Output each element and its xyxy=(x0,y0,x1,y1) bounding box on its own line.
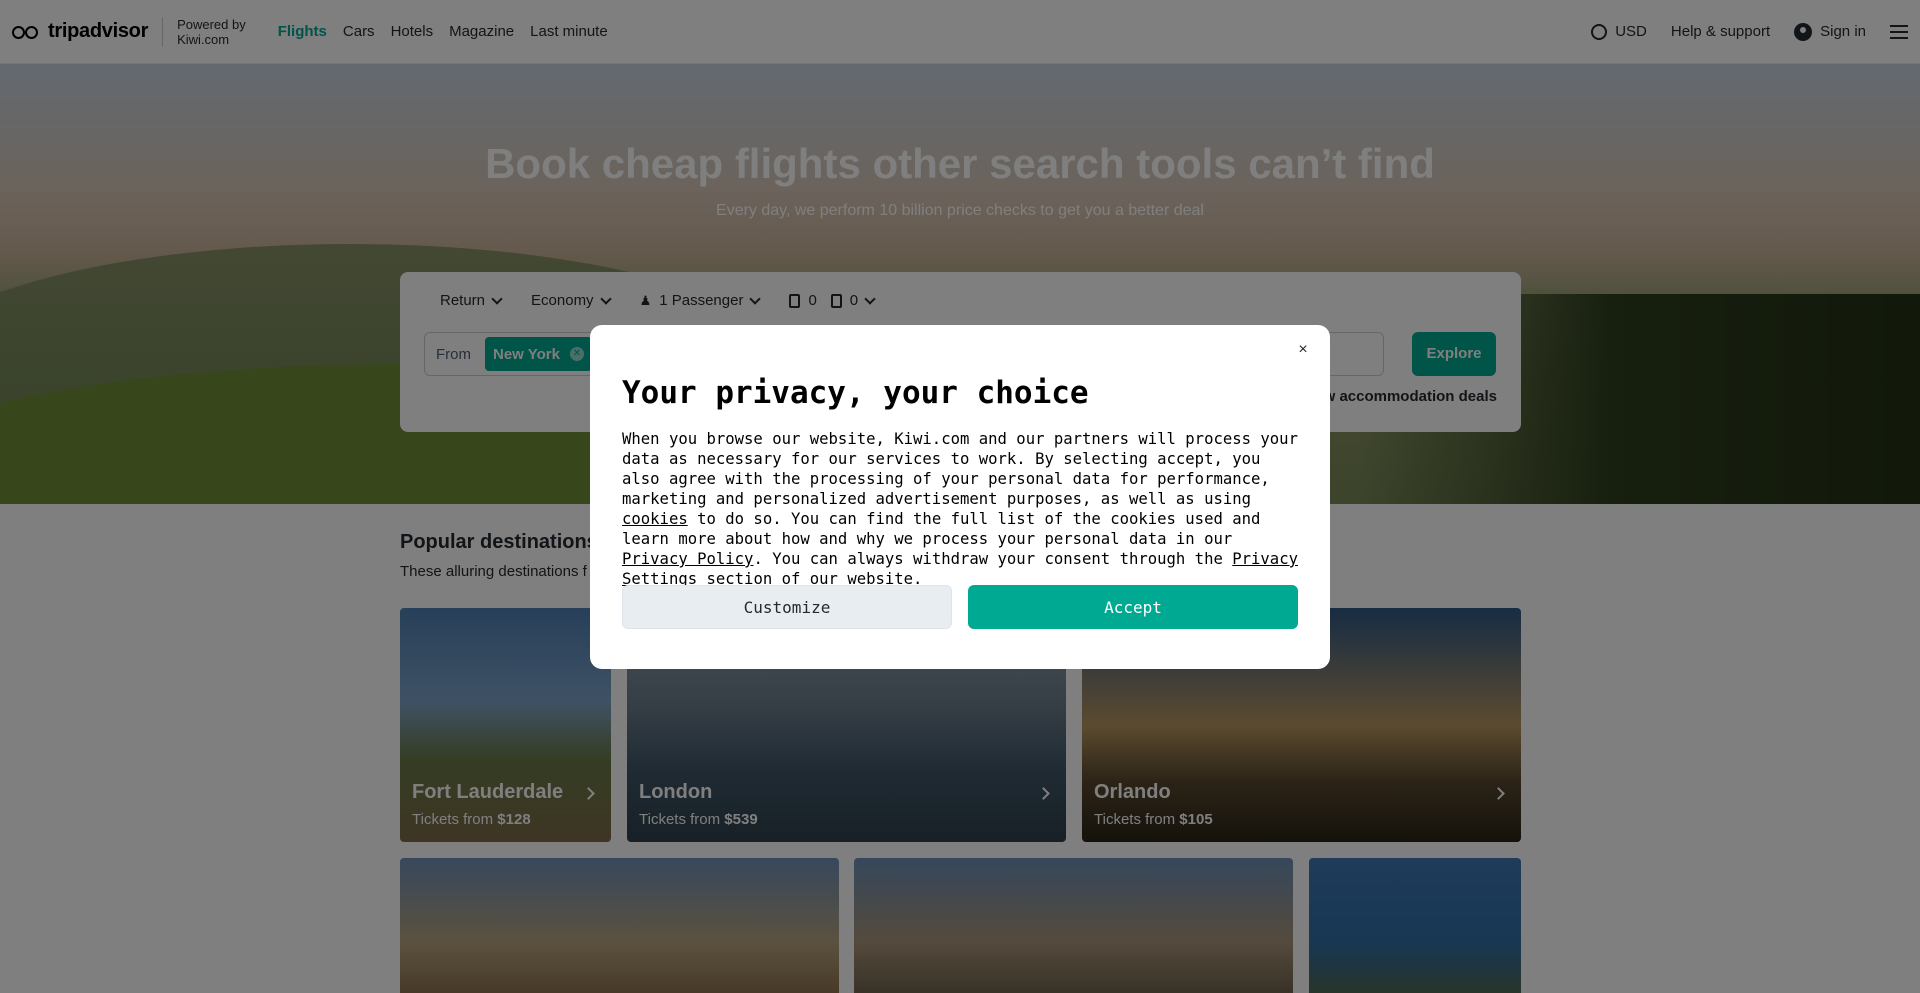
cookies-link[interactable]: cookies xyxy=(622,510,688,528)
privacy-consent-dialog: × Your privacy, your choice When you bro… xyxy=(590,325,1330,669)
accept-button[interactable]: Accept xyxy=(968,585,1298,629)
close-icon[interactable]: × xyxy=(1294,341,1312,359)
privacy-text: When you browse our website, Kiwi.com an… xyxy=(622,430,1298,508)
privacy-policy-link[interactable]: Privacy Policy xyxy=(622,550,753,568)
privacy-dialog-title: Your privacy, your choice xyxy=(622,375,1089,411)
privacy-text: to do so. You can find the full list of … xyxy=(622,510,1261,548)
privacy-dialog-body: When you browse our website, Kiwi.com an… xyxy=(622,429,1298,589)
privacy-text: . You can always withdraw your consent t… xyxy=(753,550,1233,568)
customize-button[interactable]: Customize xyxy=(622,585,952,629)
